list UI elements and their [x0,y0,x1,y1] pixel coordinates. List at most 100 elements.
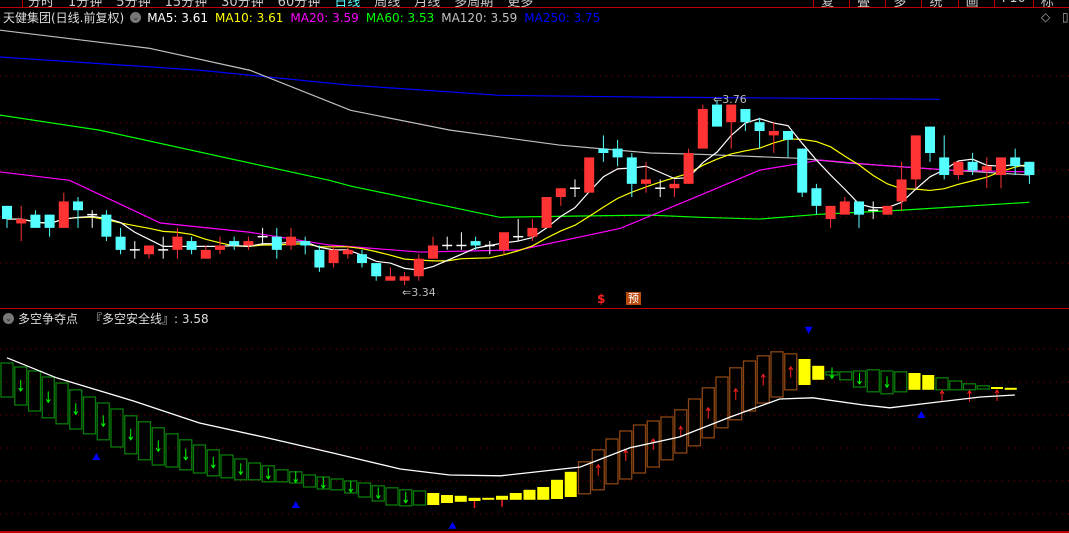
indicator-bar-solid [441,495,453,503]
candle-body [470,241,481,246]
candle-body [754,122,765,131]
candle-body [186,241,197,250]
high-price-annotation: ⇐3.76 [713,93,747,106]
high-price-label: 3.76 [722,93,747,106]
indicator-bar-bull [770,351,784,398]
indicator-bar-solid [509,493,522,500]
candle-body [697,108,708,149]
candle-body [811,188,822,206]
indicator-bar-solid [812,365,825,380]
candle-body [371,263,382,277]
ma-line-ma20 [0,159,1030,253]
candle-body [882,205,893,215]
low-price-label: 3.34 [411,286,436,299]
candle-body [314,249,325,268]
candle-body [58,201,69,228]
ma-line-ma250 [0,56,940,100]
candle-body [215,245,225,250]
indicator-bar-bear [357,482,372,498]
candle-body [286,236,296,246]
candle-body [825,205,836,220]
candle-body [200,249,211,259]
indicator-bar-bear [110,408,124,448]
candle-body [527,227,538,237]
candle-body [598,148,609,154]
safety-line-label: 『多空安全线』: 3.58 [90,312,209,326]
candle-body [30,214,41,228]
safety-line [6,357,1015,477]
indicator-bar-bull [742,360,757,412]
panel-divider [0,308,1069,309]
candle-body [981,166,992,171]
chevron-down-icon[interactable]: ⌄ [3,313,14,324]
candle-body [740,108,751,123]
indicator-bar-bear [302,474,317,488]
candle-body [683,153,694,184]
indicator-header: ⌄ 多空争夺点 『多空安全线』: 3.58 [3,310,209,327]
indicator-bar-bear [137,421,152,461]
signal-s-marker: $ [597,292,606,306]
candle-body [541,197,552,228]
candle-body [172,236,183,250]
indicator-bar-solid [427,493,440,505]
indicator-bar-solid [468,497,481,501]
candle-body [626,157,637,184]
indicator-bar-bear [82,396,97,435]
candle-body [44,214,55,228]
candle-body [854,201,864,215]
candle-body [967,161,978,171]
indicator-bar-solid [991,387,1003,389]
indicator-bar-solid [1004,387,1017,390]
indicator-bar-solid [537,487,550,500]
candle-body [428,245,438,259]
candle-body [953,161,964,176]
indicator-bar-bear [220,454,234,479]
low-price-annotation: ⇐3.34 [402,286,436,299]
indicator-bar-bear [27,370,42,412]
indicator-bar-bear [275,469,289,483]
candle-body [271,236,282,250]
kline-chart[interactable] [0,0,1069,533]
candle-body [144,245,154,255]
candle-body [115,236,126,250]
indicator-bar-solid [798,359,811,385]
candle-body [910,135,921,180]
indicator-bar-solid [551,479,563,499]
candle-body [996,157,1006,176]
candle-body [896,179,907,202]
indicator-bar-bear [976,385,990,390]
indicator-bar-solid [523,489,536,500]
candle-body [939,157,950,176]
candle-body [101,214,112,237]
candle-body [712,104,722,127]
candle-body [768,130,779,136]
candle-body [612,148,623,158]
candle-body [783,130,793,140]
indicator-bar-bear [385,487,399,506]
ma-line-ma60 [0,114,1030,220]
candle-body [641,179,651,184]
indicator-title: 多空争夺点 [18,312,79,326]
indicator-bar-solid [908,373,921,390]
candle-body [2,205,12,220]
candle-body [300,241,311,246]
indicator-bar-solid [496,495,508,500]
candle-body [499,232,509,250]
candle-body [839,201,850,215]
indicator-bar-bear [0,362,14,398]
blue-up-triangle-icon [448,521,457,529]
ma-line-ma120 [0,29,1030,176]
indicator-bar-solid [564,471,577,497]
blue-up-triangle-icon [291,501,300,508]
ma-line-ma5 [7,118,1030,271]
candle-body [413,258,424,277]
candle-body [73,201,83,211]
candle-body [243,241,254,246]
candle-body [1024,161,1035,176]
indicator-bar-bear [165,433,179,468]
candle-body [1010,157,1021,167]
candle-body [555,188,566,198]
indicator-bar-bull [605,438,619,485]
indicator-bar-bear [412,490,427,506]
indicator-bar-bear [949,380,963,391]
